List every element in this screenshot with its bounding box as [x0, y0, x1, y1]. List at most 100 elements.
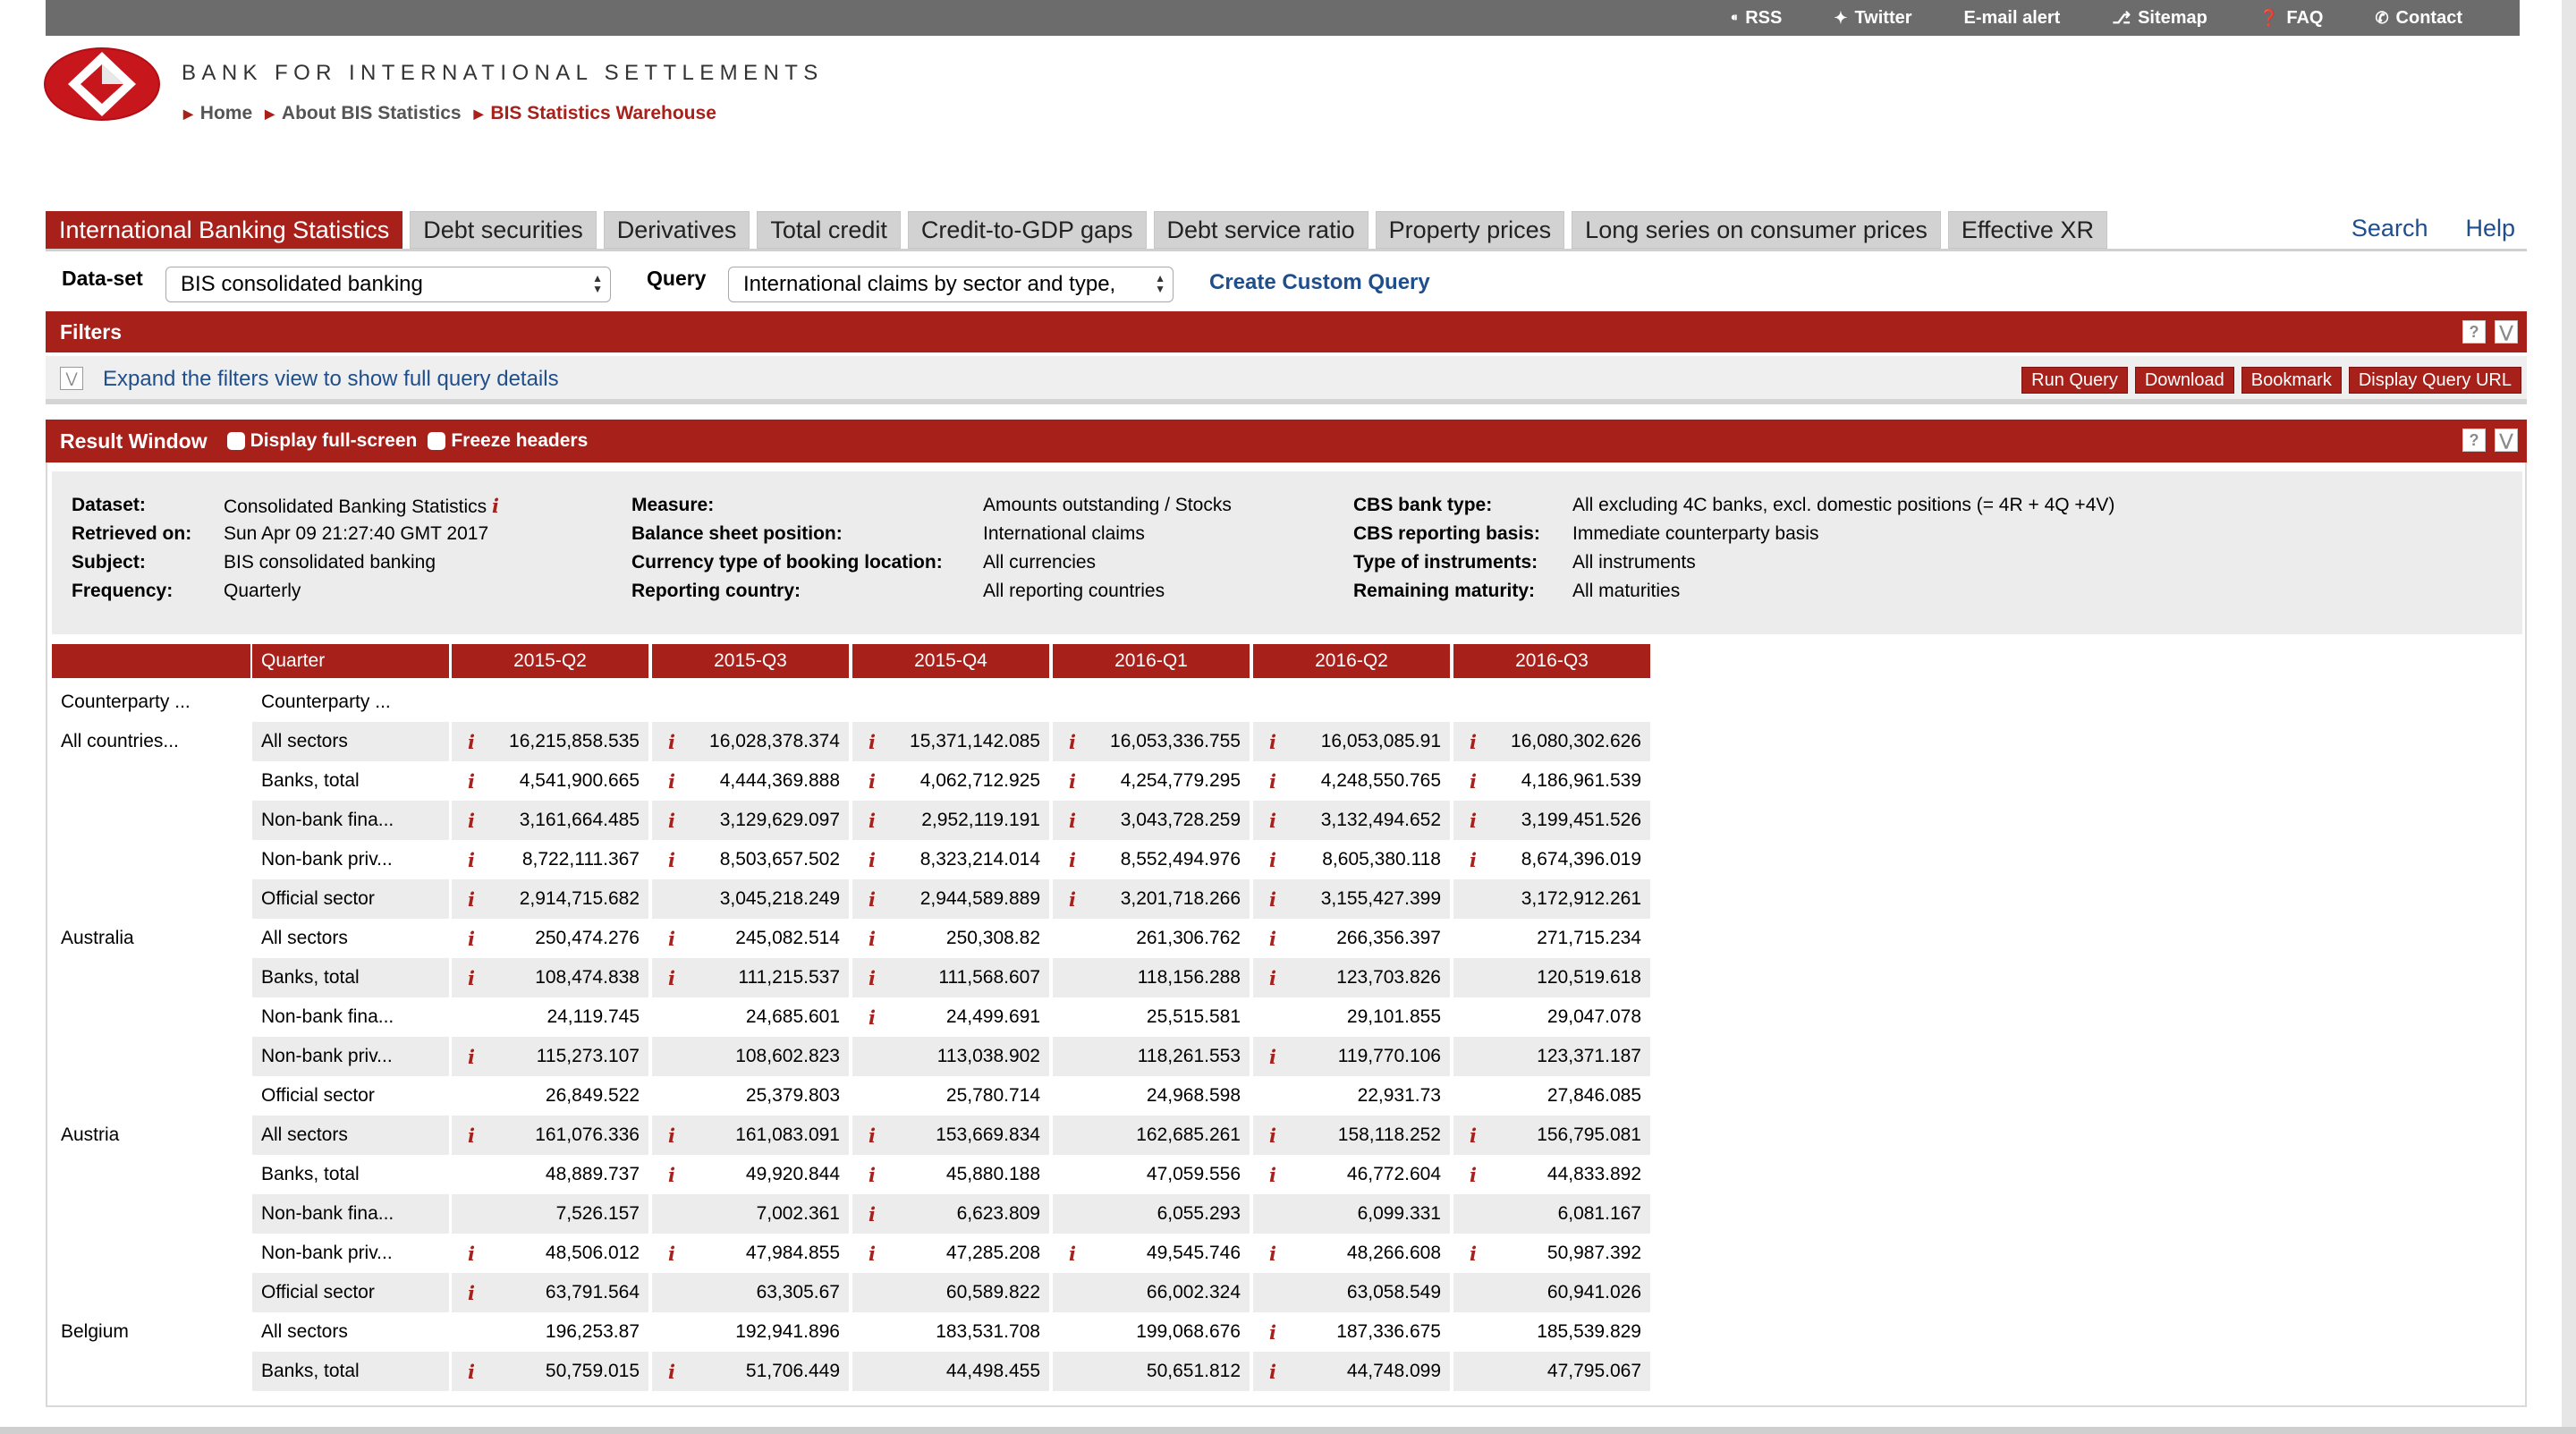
tab-effective-xr[interactable]: Effective XR — [1947, 211, 2107, 249]
info-icon[interactable]: i — [462, 1273, 480, 1312]
info-icon[interactable]: i — [863, 879, 881, 919]
info-icon[interactable]: i — [1264, 761, 1282, 801]
info-icon[interactable]: i — [863, 1194, 881, 1234]
contact-link[interactable]: ✆ Contact — [2375, 8, 2462, 29]
faq-link[interactable]: ❓ FAQ — [2259, 8, 2324, 29]
breadcrumb-home[interactable]: Home — [200, 103, 252, 124]
info-icon[interactable]: i — [1264, 919, 1282, 958]
fullscreen-checkbox[interactable]: Display full-screen — [226, 430, 417, 452]
info-icon[interactable]: i — [863, 840, 881, 879]
info-icon[interactable]: i — [663, 1234, 681, 1273]
expand-icon[interactable]: ⋁ — [60, 367, 83, 390]
info-icon[interactable]: i — [863, 1155, 881, 1194]
info-icon[interactable]: i — [863, 997, 881, 1037]
display-query-url-button[interactable]: Display Query URL — [2348, 367, 2521, 394]
info-icon[interactable]: i — [1264, 1116, 1282, 1155]
period-header[interactable]: 2015-Q3 — [652, 644, 849, 678]
checkbox-box[interactable] — [226, 432, 245, 450]
info-icon[interactable]: i — [663, 1155, 681, 1194]
info-icon[interactable]: i — [1264, 840, 1282, 879]
period-header[interactable]: 2016-Q1 — [1053, 644, 1250, 678]
info-icon[interactable]: i — [1264, 1352, 1282, 1391]
info-icon[interactable]: i — [663, 761, 681, 801]
breadcrumb-about[interactable]: About BIS Statistics — [282, 103, 462, 124]
info-icon[interactable]: i — [1063, 840, 1081, 879]
info-icon[interactable]: i — [462, 840, 480, 879]
info-icon[interactable]: i — [1464, 1234, 1482, 1273]
info-icon[interactable]: i — [1063, 879, 1081, 919]
info-icon[interactable]: i — [1063, 1234, 1081, 1273]
info-icon[interactable]: i — [462, 1037, 480, 1076]
info-icon[interactable]: i — [1464, 1116, 1482, 1155]
info-icon[interactable]: i — [663, 1116, 681, 1155]
info-icon[interactable]: i — [462, 958, 480, 997]
dataset-select[interactable]: BIS consolidated banking ▲ ▼ — [165, 267, 611, 302]
help-icon[interactable]: ? — [2462, 429, 2486, 452]
download-button[interactable]: Download — [2134, 367, 2234, 394]
info-icon[interactable]: i — [663, 1352, 681, 1391]
info-icon[interactable]: i — [863, 919, 881, 958]
twitter-link[interactable]: ✦ Twitter — [1834, 8, 1911, 29]
info-icon[interactable]: i — [462, 1352, 480, 1391]
info-icon[interactable]: i — [863, 722, 881, 761]
help-link[interactable]: Help — [2465, 215, 2515, 242]
info-icon[interactable]: i — [1264, 879, 1282, 919]
info-icon[interactable]: i — [1464, 840, 1482, 879]
info-icon[interactable]: i — [462, 919, 480, 958]
sitemap-link[interactable]: ⎇ Sitemap — [2112, 8, 2207, 29]
period-header[interactable]: 2015-Q4 — [852, 644, 1049, 678]
info-icon[interactable]: i — [663, 722, 681, 761]
period-header[interactable]: 2016-Q2 — [1253, 644, 1450, 678]
info-icon[interactable]: i — [863, 761, 881, 801]
info-icon[interactable]: i — [1264, 1155, 1282, 1194]
period-header[interactable]: 2015-Q2 — [452, 644, 648, 678]
period-header[interactable]: 2016-Q3 — [1453, 644, 1650, 678]
collapse-icon[interactable]: ⋁ — [2495, 429, 2518, 452]
search-link[interactable]: Search — [2351, 215, 2428, 242]
tab-credit-to-gdp-gaps[interactable]: Credit-to-GDP gaps — [907, 211, 1147, 249]
info-icon[interactable]: i — [663, 919, 681, 958]
bookmark-button[interactable]: Bookmark — [2241, 367, 2342, 394]
info-icon[interactable]: i — [1264, 1312, 1282, 1352]
freeze-headers-checkbox[interactable]: Freeze headers — [428, 430, 588, 452]
info-icon[interactable]: i — [462, 1234, 480, 1273]
tab-derivatives[interactable]: Derivatives — [603, 211, 750, 249]
tab-total-credit[interactable]: Total credit — [757, 211, 901, 249]
info-icon[interactable]: i — [1264, 958, 1282, 997]
info-icon[interactable]: i — [663, 958, 681, 997]
email-alert-link[interactable]: E-mail alert — [1964, 8, 2061, 29]
info-icon[interactable]: i — [462, 801, 480, 840]
tab-debt-service-ratio[interactable]: Debt service ratio — [1153, 211, 1368, 249]
info-icon[interactable]: i — [1264, 1037, 1282, 1076]
expand-filters-link[interactable]: Expand the filters view to show full que… — [103, 367, 559, 392]
info-icon[interactable]: i — [663, 801, 681, 840]
help-icon[interactable]: ? — [2462, 320, 2486, 344]
info-icon[interactable]: i — [492, 495, 499, 517]
info-icon[interactable]: i — [1464, 801, 1482, 840]
bis-logo[interactable] — [43, 47, 161, 122]
info-icon[interactable]: i — [863, 1116, 881, 1155]
info-icon[interactable]: i — [1063, 761, 1081, 801]
info-icon[interactable]: i — [462, 722, 480, 761]
info-icon[interactable]: i — [863, 958, 881, 997]
info-icon[interactable]: i — [1264, 722, 1282, 761]
info-icon[interactable]: i — [462, 879, 480, 919]
info-icon[interactable]: i — [1464, 761, 1482, 801]
tab-property-prices[interactable]: Property prices — [1375, 211, 1565, 249]
breadcrumb-current[interactable]: BIS Statistics Warehouse — [490, 103, 716, 124]
info-icon[interactable]: i — [1264, 1234, 1282, 1273]
info-icon[interactable]: i — [863, 1234, 881, 1273]
info-icon[interactable]: i — [863, 801, 881, 840]
rss-link[interactable]: ⁌ RSS — [1730, 8, 1782, 29]
run-query-button[interactable]: Run Query — [2021, 367, 2128, 394]
info-icon[interactable]: i — [1464, 722, 1482, 761]
tab-international-banking[interactable]: International Banking Statistics — [46, 211, 403, 249]
info-icon[interactable]: i — [462, 1116, 480, 1155]
info-icon[interactable]: i — [663, 840, 681, 879]
collapse-icon[interactable]: ⋁ — [2495, 320, 2518, 344]
info-icon[interactable]: i — [1264, 801, 1282, 840]
create-custom-query-link[interactable]: Create Custom Query — [1209, 270, 1430, 295]
tab-debt-securities[interactable]: Debt securities — [410, 211, 597, 249]
info-icon[interactable]: i — [1063, 801, 1081, 840]
info-icon[interactable]: i — [1464, 1155, 1482, 1194]
